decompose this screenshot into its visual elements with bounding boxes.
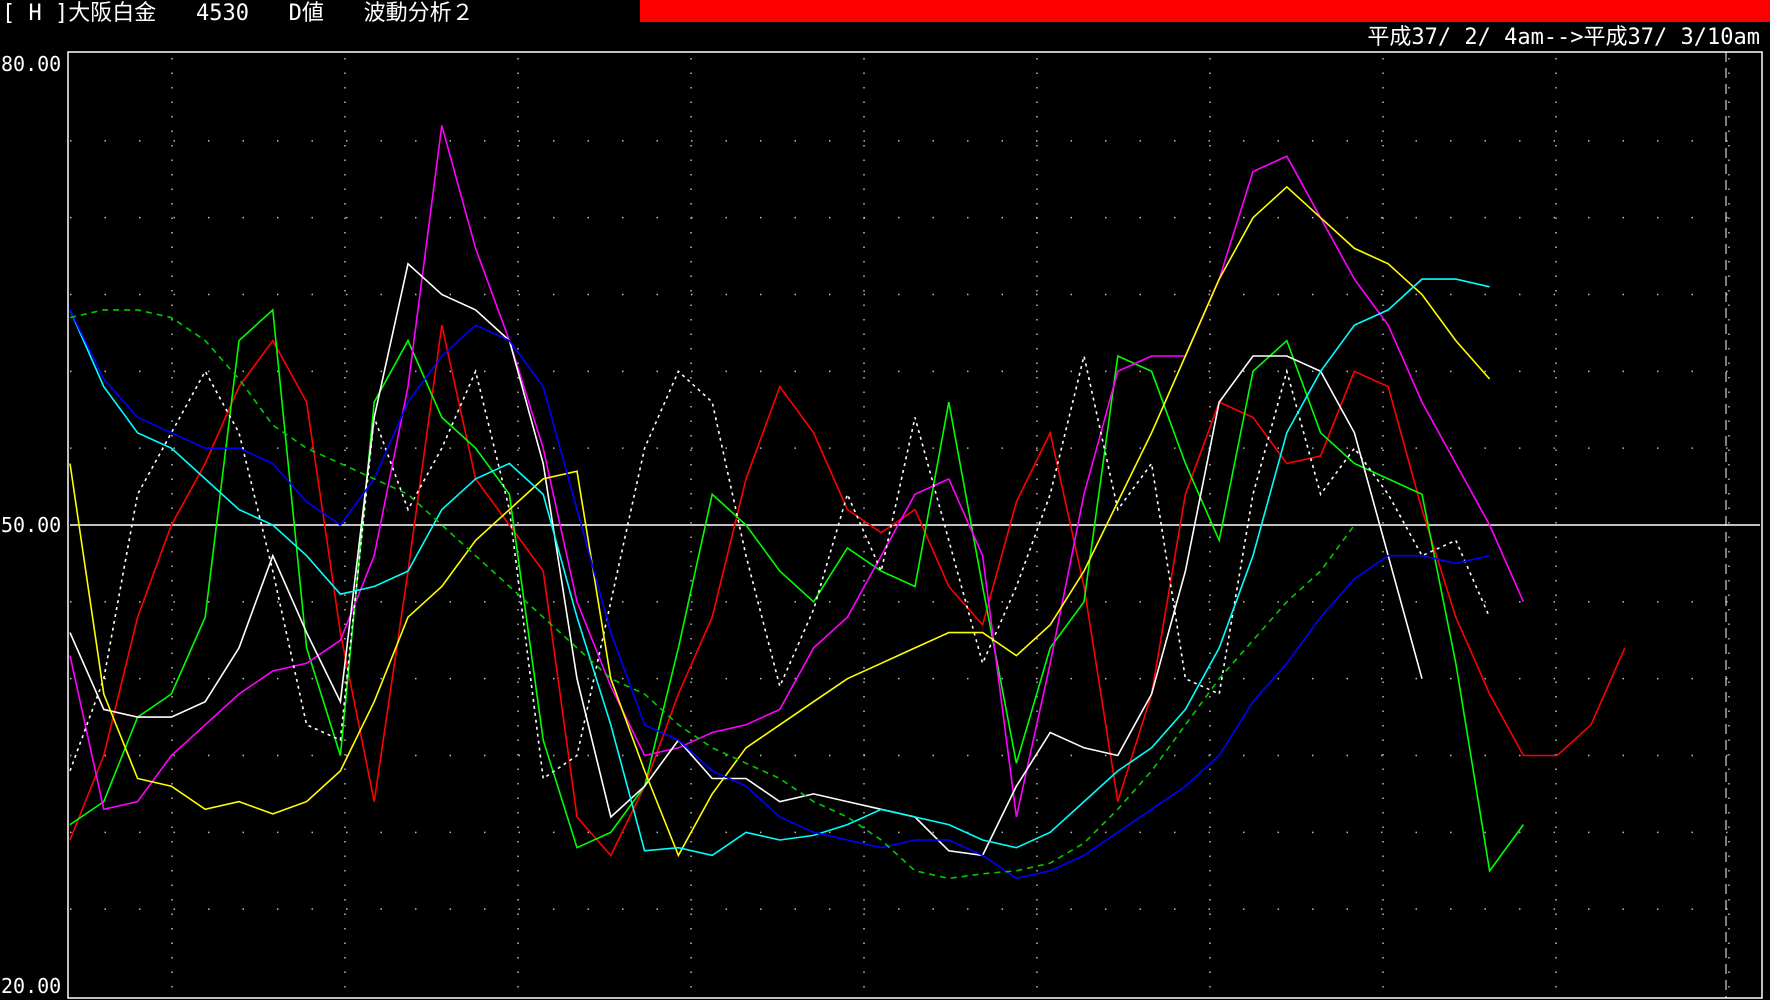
series-layer bbox=[69, 125, 1626, 880]
y-tick-label: 50.00 bbox=[1, 513, 61, 537]
chart-area: 80.00 50.00 20.00 bbox=[1, 51, 1763, 999]
series-line-5 bbox=[69, 355, 1491, 780]
series-line-1 bbox=[69, 325, 1626, 857]
series-line-4 bbox=[69, 262, 1423, 857]
series-line-6 bbox=[69, 185, 1491, 858]
y-tick-label: 20.00 bbox=[1, 974, 61, 998]
series-line-8 bbox=[69, 309, 1490, 880]
series-line-7 bbox=[69, 278, 1490, 857]
grid bbox=[70, 58, 1760, 994]
y-axis-ticks: 80.00 50.00 20.00 bbox=[1, 52, 61, 998]
y-tick-label: 80.00 bbox=[1, 52, 61, 76]
